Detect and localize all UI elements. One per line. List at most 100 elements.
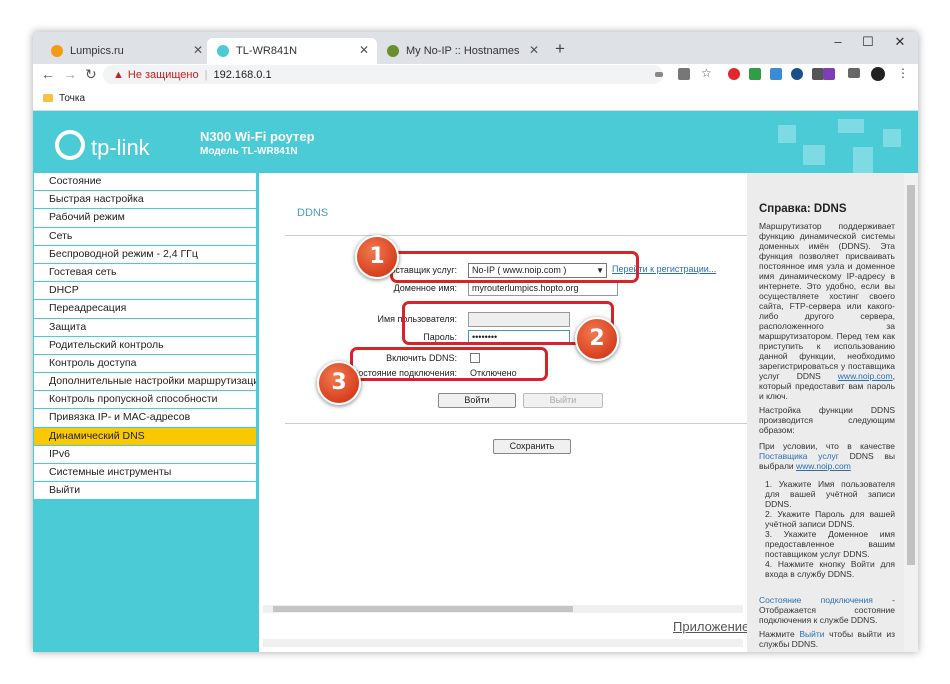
security-label[interactable]: Не защищено bbox=[128, 69, 199, 81]
menu-item-access-control[interactable]: Контроль доступа bbox=[34, 354, 256, 373]
menu-dots-icon[interactable]: ⋮ bbox=[897, 66, 909, 80]
help-title: Справка: DDNS bbox=[759, 203, 847, 215]
help-step: 1. Укажите Имя пользователя для вашей уч… bbox=[765, 479, 896, 509]
menu-item-logout[interactable]: Выйти bbox=[34, 482, 256, 500]
product-name: N300 Wi-Fi роутер bbox=[200, 129, 315, 144]
banner-decoration bbox=[853, 147, 873, 173]
folder-icon bbox=[43, 94, 53, 102]
help-para1: Маршрутизатор поддерживает функцию динам… bbox=[759, 221, 895, 381]
avatar[interactable] bbox=[871, 67, 885, 81]
banner-decoration bbox=[838, 119, 864, 133]
tab-title: My No-IP :: Hostnames bbox=[406, 45, 520, 57]
save-button[interactable]: Сохранить bbox=[493, 439, 571, 454]
menu-item-network[interactable]: Сеть bbox=[34, 227, 256, 245]
router-page: tp-link N300 Wi-Fi роутер Модель TL-WR84… bbox=[33, 111, 918, 652]
extension-green-icon[interactable] bbox=[749, 68, 761, 80]
menu-item-bandwidth-control[interactable]: Контроль пропускной способности bbox=[34, 391, 256, 409]
app-link[interactable]: Приложение bbox=[673, 619, 749, 634]
banner-decoration bbox=[803, 145, 825, 165]
step-marker-3: 3 bbox=[317, 361, 361, 405]
forward-icon[interactable]: → bbox=[63, 66, 77, 82]
help-intro: Маршрутизатор поддерживает функцию динам… bbox=[759, 221, 895, 401]
translate-icon[interactable] bbox=[678, 68, 690, 80]
noip-link-2[interactable]: www.noip.com bbox=[796, 461, 851, 471]
help-para2: Настройка функции DDNS производится след… bbox=[759, 405, 895, 435]
logo-text: tp-link bbox=[91, 135, 150, 160]
address-separator: | bbox=[204, 68, 208, 81]
extension-globe-icon[interactable] bbox=[791, 68, 803, 80]
help-para3: При условии, что в качестве Поставщика у… bbox=[759, 441, 895, 471]
highlight-box-3 bbox=[350, 347, 548, 381]
reading-list-icon[interactable] bbox=[848, 68, 860, 78]
scrollbar-thumb[interactable] bbox=[907, 185, 915, 565]
vertical-scrollbar[interactable] bbox=[904, 173, 918, 652]
extension-blue-icon[interactable] bbox=[770, 68, 782, 80]
star-icon[interactable]: ☆ bbox=[701, 66, 713, 80]
menu-item-quick-setup[interactable]: Быстрая настройка bbox=[34, 191, 256, 209]
menu-item-dhcp[interactable]: DHCP bbox=[34, 282, 256, 300]
help-logout-start: Нажмите bbox=[759, 629, 795, 639]
tab-strip: Lumpics.ru ✕ TL-WR841N ✕ My No-IP :: Hos… bbox=[33, 32, 918, 64]
help-logout-term: Выйти bbox=[799, 629, 825, 639]
model-name: Модель TL-WR841N bbox=[200, 146, 298, 157]
new-tab-button[interactable]: + bbox=[555, 39, 565, 59]
tab-title: TL-WR841N bbox=[236, 45, 298, 57]
horizontal-scrollbar-bottom[interactable] bbox=[263, 639, 743, 647]
help-para3-start: При условии, что в качестве bbox=[759, 441, 895, 451]
minimize-button[interactable]: – bbox=[823, 34, 853, 49]
help-steps: 1. Укажите Имя пользователя для вашей уч… bbox=[765, 479, 895, 579]
tab-lumpics[interactable]: Lumpics.ru ✕ bbox=[41, 38, 211, 64]
url-text[interactable]: 192.168.0.1 bbox=[213, 69, 271, 81]
router-banner: tp-link N300 Wi-Fi роутер Модель TL-WR84… bbox=[33, 111, 918, 173]
page-title: DDNS bbox=[297, 207, 329, 219]
menu-item-forwarding[interactable]: Переадресация bbox=[34, 300, 256, 318]
tab-close-icon[interactable]: ✕ bbox=[529, 43, 539, 57]
extension-purple-icon[interactable] bbox=[823, 68, 835, 80]
sidebar-menu: Состояние Быстрая настройка Рабочий режи… bbox=[33, 173, 259, 652]
key-icon[interactable] bbox=[655, 72, 663, 77]
menu-item-ipv6[interactable]: IPv6 bbox=[34, 445, 256, 463]
horizontal-scrollbar[interactable] bbox=[263, 605, 743, 613]
login-button[interactable]: Войти bbox=[438, 393, 516, 408]
browser-window: Lumpics.ru ✕ TL-WR841N ✕ My No-IP :: Hos… bbox=[33, 32, 918, 652]
tab-noip[interactable]: My No-IP :: Hostnames ✕ bbox=[377, 38, 547, 64]
help-logout: Нажмите Выйти чтобы выйти из службы DDNS… bbox=[759, 629, 895, 649]
reload-icon[interactable]: ↻ bbox=[85, 66, 97, 83]
bookmarks-bar: Точка bbox=[33, 86, 918, 111]
back-icon[interactable]: ← bbox=[41, 66, 55, 82]
step-marker-1: 1 bbox=[355, 235, 399, 279]
menu-item-status[interactable]: Состояние bbox=[34, 173, 256, 191]
noip-favicon-icon bbox=[387, 45, 399, 57]
menu-item-wireless[interactable]: Беспроводной режим - 2,4 ГГц bbox=[34, 245, 256, 263]
noip-link[interactable]: www.noip.com bbox=[838, 371, 893, 381]
banner-decoration bbox=[778, 125, 796, 143]
help-provider-term: Поставщика услуг bbox=[759, 451, 839, 461]
opera-icon[interactable] bbox=[728, 68, 740, 80]
close-window-button[interactable]: ✕ bbox=[885, 34, 915, 50]
tab-router[interactable]: TL-WR841N ✕ bbox=[207, 38, 377, 64]
tab-close-icon[interactable]: ✕ bbox=[359, 43, 369, 57]
menu-item-guest-network[interactable]: Гостевая сеть bbox=[34, 263, 256, 282]
help-panel: Справка: DDNS Маршрутизатор поддерживает… bbox=[747, 173, 904, 652]
maximize-button[interactable]: ☐ bbox=[853, 34, 883, 50]
menu-item-system-tools[interactable]: Системные инструменты bbox=[34, 464, 256, 482]
step-marker-2: 2 bbox=[575, 317, 619, 361]
divider bbox=[285, 235, 747, 236]
divider bbox=[285, 423, 747, 424]
menu-item-dynamic-dns[interactable]: Динамический DNS bbox=[34, 427, 256, 445]
logout-button[interactable]: Выйти bbox=[523, 393, 603, 408]
help-step: 2. Укажите Пароль для вашей учётной запи… bbox=[765, 509, 896, 529]
menu-item-operation-mode[interactable]: Рабочий режим bbox=[34, 209, 256, 227]
scrollbar-thumb[interactable] bbox=[273, 606, 573, 612]
tab-close-icon[interactable]: ✕ bbox=[193, 43, 203, 57]
menu-item-parental-control[interactable]: Родительский контроль bbox=[34, 336, 256, 354]
menu-item-ip-mac-binding[interactable]: Привязка IP- и MAC-адресов bbox=[34, 409, 256, 427]
menu-item-advanced-routing[interactable]: Дополнительные настройки маршрутизации bbox=[34, 373, 256, 391]
help-status: Состояние подключения - Отображается сос… bbox=[759, 595, 895, 625]
domain-input[interactable]: myrouterlumpics.hopto.org bbox=[468, 281, 618, 296]
highlight-box-1 bbox=[390, 251, 639, 283]
bookmark-tochka[interactable]: Точка bbox=[59, 93, 85, 104]
menu-item-security[interactable]: Защита bbox=[34, 318, 256, 336]
address-bar[interactable]: ▲ Не защищено | 192.168.0.1 bbox=[103, 65, 663, 84]
banner-decoration bbox=[883, 129, 901, 147]
